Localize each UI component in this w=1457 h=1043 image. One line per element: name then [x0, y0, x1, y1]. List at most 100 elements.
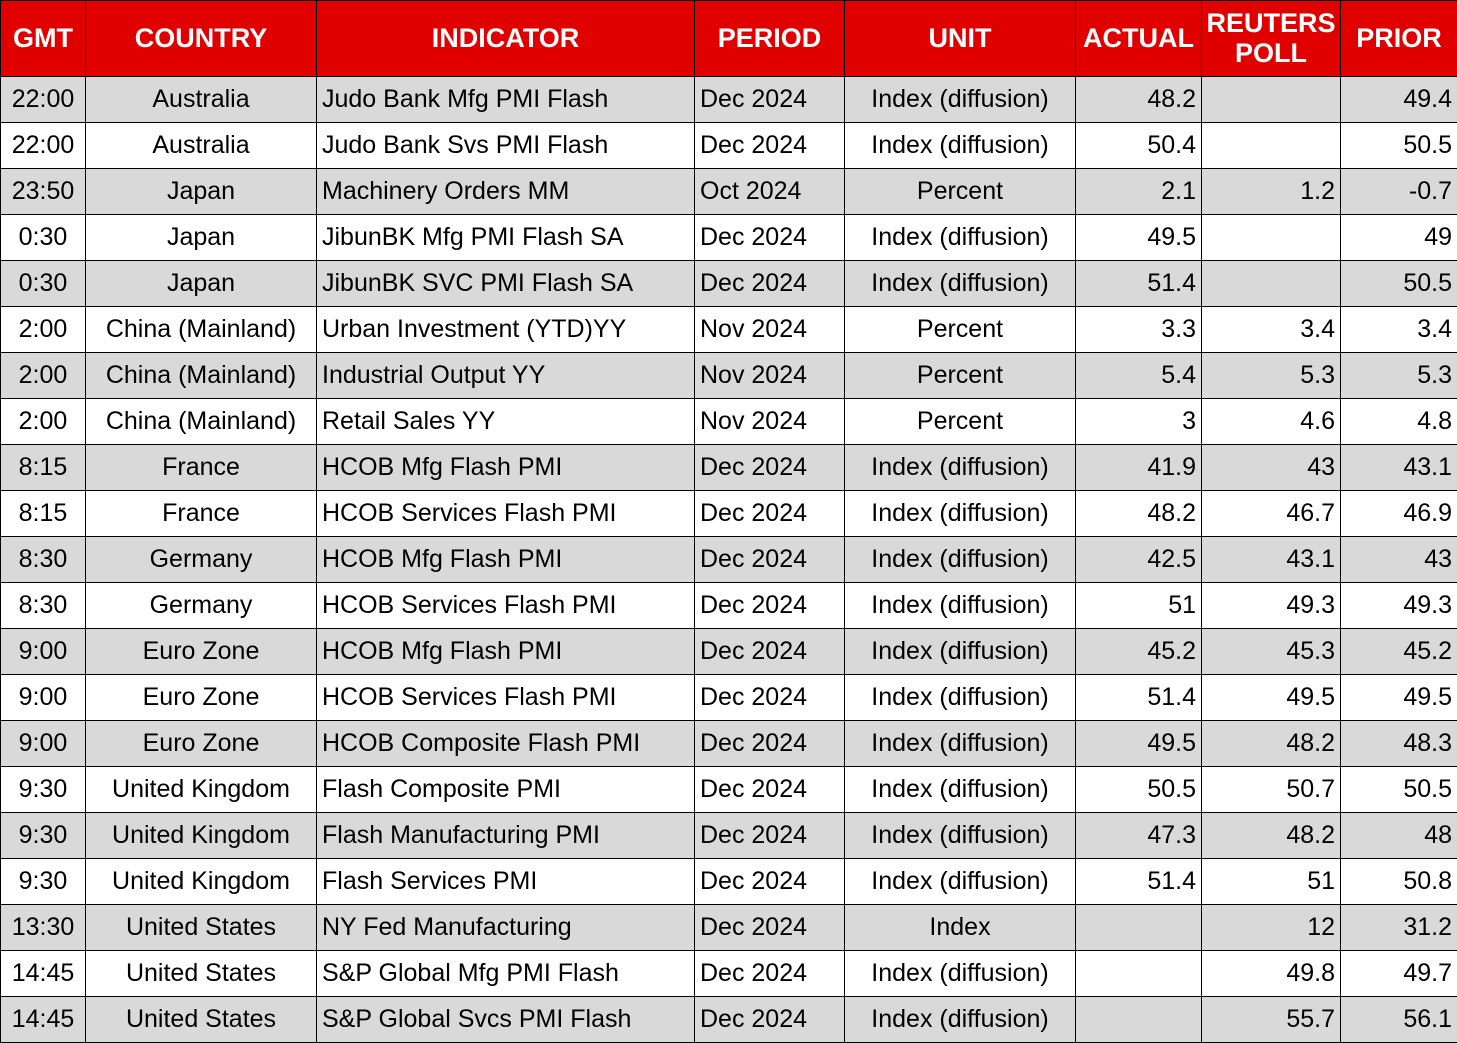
cell-actual: 42.5 [1075, 536, 1202, 583]
cell-actual: 51.4 [1075, 260, 1202, 307]
cell-gmt: 9:00 [0, 628, 86, 675]
table-row: 2:00 China (Mainland) Retail Sales YY Nov 2… [0, 398, 1457, 445]
cell-reuters-poll: 4.6 [1201, 398, 1341, 445]
cell-gmt: 9:30 [0, 812, 86, 859]
cell-reuters-poll: 49.5 [1201, 674, 1341, 721]
cell-unit: Index (diffusion) [844, 582, 1076, 629]
cell-gmt: 2:00 [0, 306, 86, 353]
cell-country: Euro Zone [85, 720, 317, 767]
cell-country: France [85, 490, 317, 537]
header-indicator: INDICATOR [316, 0, 695, 77]
cell-prior: 49.7 [1340, 950, 1457, 997]
cell-unit: Percent [844, 352, 1076, 399]
cell-gmt: 9:00 [0, 720, 86, 767]
cell-prior: 50.8 [1340, 858, 1457, 905]
cell-period: Dec 2024 [694, 214, 845, 261]
cell-period: Dec 2024 [694, 444, 845, 491]
cell-country: United States [85, 904, 317, 951]
cell-indicator: Retail Sales YY [316, 398, 695, 445]
cell-reuters-poll [1201, 122, 1341, 169]
cell-period: Dec 2024 [694, 76, 845, 123]
cell-reuters-poll [1201, 214, 1341, 261]
cell-period: Dec 2024 [694, 812, 845, 859]
cell-gmt: 2:00 [0, 398, 86, 445]
cell-actual [1075, 904, 1202, 951]
cell-country: Germany [85, 536, 317, 583]
cell-unit: Percent [844, 168, 1076, 215]
cell-reuters-poll: 12 [1201, 904, 1341, 951]
cell-unit: Index (diffusion) [844, 720, 1076, 767]
cell-prior: 48 [1340, 812, 1457, 859]
cell-unit: Index (diffusion) [844, 444, 1076, 491]
cell-indicator: Machinery Orders MM [316, 168, 695, 215]
cell-unit: Index (diffusion) [844, 950, 1076, 997]
cell-unit: Index (diffusion) [844, 214, 1076, 261]
cell-actual: 47.3 [1075, 812, 1202, 859]
cell-indicator: HCOB Mfg Flash PMI [316, 444, 695, 491]
cell-country: China (Mainland) [85, 306, 317, 353]
cell-unit: Index [844, 904, 1076, 951]
cell-gmt: 14:45 [0, 950, 86, 997]
table-row: 0:30 Japan JibunBK Mfg PMI Flash SA Dec 202… [0, 214, 1457, 261]
cell-unit: Index (diffusion) [844, 628, 1076, 675]
cell-prior: 49.5 [1340, 674, 1457, 721]
cell-prior: 49 [1340, 214, 1457, 261]
cell-country: Germany [85, 582, 317, 629]
cell-unit: Index (diffusion) [844, 996, 1076, 1043]
cell-period: Dec 2024 [694, 674, 845, 721]
cell-indicator: Flash Manufacturing PMI [316, 812, 695, 859]
cell-indicator: NY Fed Manufacturing [316, 904, 695, 951]
cell-country: United States [85, 950, 317, 997]
cell-prior: 46.9 [1340, 490, 1457, 537]
cell-actual: 51 [1075, 582, 1202, 629]
table-row: 9:30 United Kingdom Flash Composite PMI Dec… [0, 766, 1457, 813]
cell-reuters-poll: 48.2 [1201, 720, 1341, 767]
table-row: 22:00 Australia Judo Bank Mfg PMI Flash Dec… [0, 76, 1457, 123]
cell-indicator: HCOB Services Flash PMI [316, 582, 695, 629]
table-row: 2:00 China (Mainland) Urban Investment (YT… [0, 306, 1457, 353]
cell-reuters-poll: 50.7 [1201, 766, 1341, 813]
table-body: 22:00 Australia Judo Bank Mfg PMI Flash Dec… [0, 76, 1457, 1043]
cell-prior: 43 [1340, 536, 1457, 583]
cell-indicator: HCOB Mfg Flash PMI [316, 536, 695, 583]
cell-reuters-poll: 3.4 [1201, 306, 1341, 353]
cell-indicator: S&P Global Mfg PMI Flash [316, 950, 695, 997]
header-row: GMT COUNTRY INDICATOR PERIOD UNIT ACTUAL… [0, 0, 1457, 77]
table-row: 0:30 Japan JibunBK SVC PMI Flash SA Dec 202… [0, 260, 1457, 307]
cell-gmt: 8:30 [0, 536, 86, 583]
cell-gmt: 8:15 [0, 490, 86, 537]
cell-indicator: Flash Services PMI [316, 858, 695, 905]
cell-indicator: Industrial Output YY [316, 352, 695, 399]
cell-actual: 48.2 [1075, 490, 1202, 537]
cell-period: Nov 2024 [694, 352, 845, 399]
header-reuters-poll: REUTERS POLL [1201, 0, 1341, 77]
cell-indicator: Flash Composite PMI [316, 766, 695, 813]
cell-indicator: HCOB Mfg Flash PMI [316, 628, 695, 675]
cell-prior: -0.7 [1340, 168, 1457, 215]
table-row: 9:00 Euro Zone HCOB Composite Flash PMI Dec… [0, 720, 1457, 767]
cell-gmt: 9:30 [0, 766, 86, 813]
cell-period: Nov 2024 [694, 398, 845, 445]
cell-country: Euro Zone [85, 674, 317, 721]
cell-prior: 45.2 [1340, 628, 1457, 675]
cell-unit: Index (diffusion) [844, 122, 1076, 169]
cell-actual [1075, 950, 1202, 997]
cell-unit: Index (diffusion) [844, 858, 1076, 905]
cell-period: Dec 2024 [694, 904, 845, 951]
cell-indicator: S&P Global Svcs PMI Flash [316, 996, 695, 1043]
cell-period: Dec 2024 [694, 858, 845, 905]
cell-unit: Percent [844, 306, 1076, 353]
cell-country: China (Mainland) [85, 352, 317, 399]
table-row: 9:00 Euro Zone HCOB Services Flash PMI Dec … [0, 674, 1457, 721]
cell-reuters-poll: 51 [1201, 858, 1341, 905]
cell-actual [1075, 996, 1202, 1043]
cell-period: Oct 2024 [694, 168, 845, 215]
cell-indicator: Judo Bank Svs PMI Flash [316, 122, 695, 169]
cell-country: Euro Zone [85, 628, 317, 675]
cell-prior: 49.4 [1340, 76, 1457, 123]
cell-gmt: 9:00 [0, 674, 86, 721]
cell-reuters-poll: 46.7 [1201, 490, 1341, 537]
cell-gmt: 23:50 [0, 168, 86, 215]
cell-country: Japan [85, 214, 317, 261]
cell-prior: 4.8 [1340, 398, 1457, 445]
